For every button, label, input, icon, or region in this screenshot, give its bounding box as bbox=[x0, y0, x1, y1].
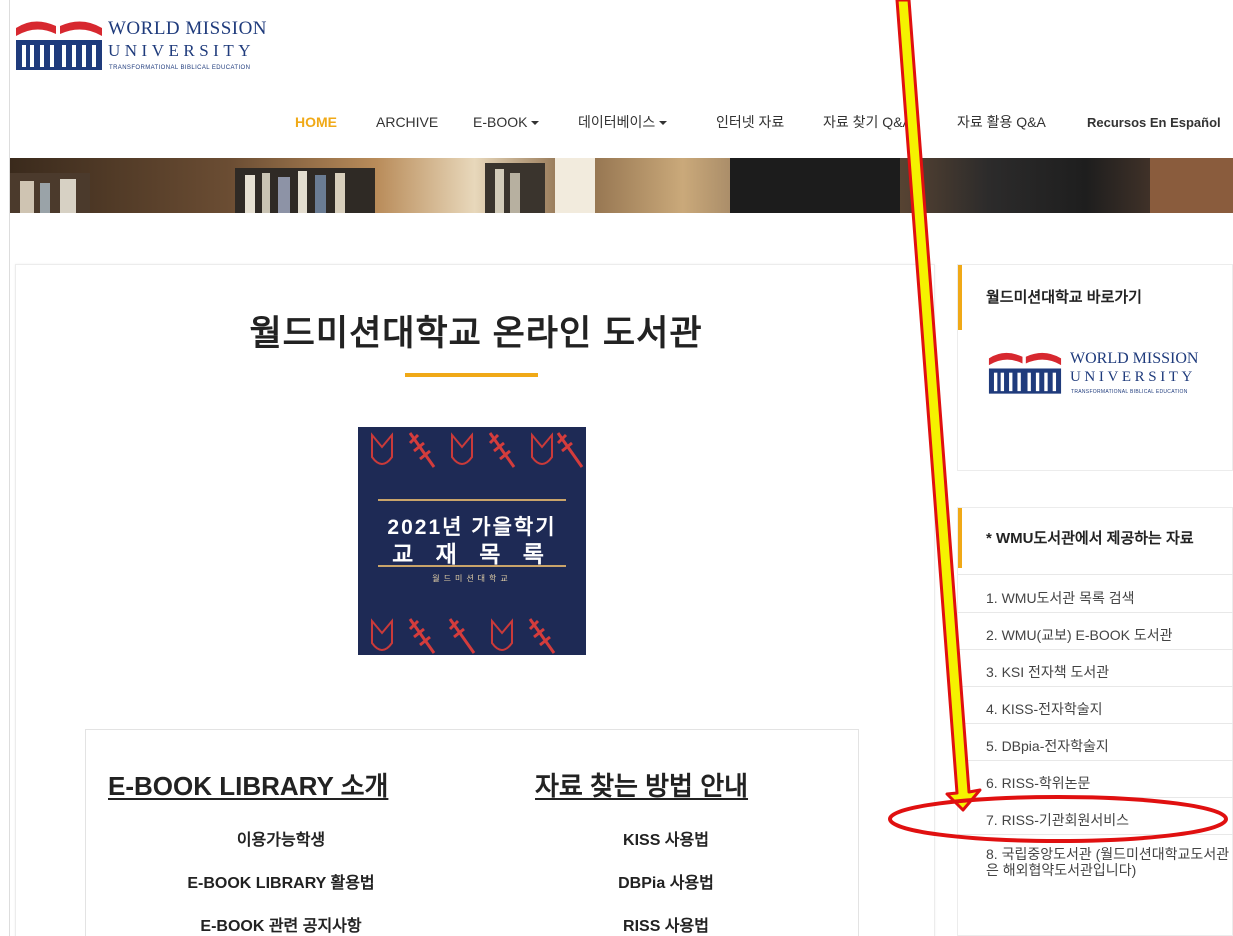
nav-database[interactable]: 데이터베이스 bbox=[578, 112, 668, 132]
sidebar-logo-tagline: TRANSFORMATIONAL BIBLICAL EDUCATION bbox=[1071, 389, 1188, 395]
sidebar-item-kiss[interactable]: 4. KISS-전자학술지 bbox=[986, 699, 1103, 719]
chevron-down-icon bbox=[531, 121, 540, 126]
list-divider bbox=[958, 760, 1233, 761]
main-nav: HOME ARCHIVE E-BOOK 데이터베이스 인터넷 자료 자료 찾기 … bbox=[0, 112, 1233, 134]
ebook-library-heading[interactable]: E-BOOK LIBRARY 소개 bbox=[108, 766, 388, 803]
sidebar-wmu-logo[interactable]: WORLD MISSION UNIVERSITY TRANSFORMATIONA… bbox=[986, 345, 1226, 405]
poster-rule-top bbox=[378, 499, 566, 501]
logo-tagline: TRANSFORMATIONAL BIBLICAL EDUCATION bbox=[109, 65, 251, 71]
nav-ebook[interactable]: E-BOOK bbox=[473, 112, 540, 132]
sidebar-resources-heading: * WMU도서관에서 제공하는 자료 bbox=[958, 508, 1232, 568]
list-divider bbox=[958, 649, 1233, 650]
wmu-logo-icon bbox=[16, 21, 102, 70]
sidebar-item-ksi[interactable]: 3. KSI 전자책 도서관 bbox=[986, 662, 1109, 682]
title-divider bbox=[405, 373, 538, 377]
nav-espanol[interactable]: Recursos En Español bbox=[1087, 113, 1221, 133]
page-left-edge bbox=[0, 0, 10, 936]
nav-database-label: 데이터베이스 bbox=[578, 114, 656, 130]
ebook-eligible-link[interactable]: 이용가능학생 bbox=[108, 826, 454, 850]
sidebar-shortcut-heading: 월드미션대학교 바로가기 bbox=[958, 265, 1232, 330]
nav-search-qa[interactable]: 자료 찾기 Q&A bbox=[823, 112, 912, 132]
nav-ebook-label: E-BOOK bbox=[473, 114, 528, 130]
riss-howto-link[interactable]: RISS 사용법 bbox=[516, 912, 816, 936]
poster-line3: 월드미션대학교 bbox=[432, 574, 512, 583]
sidebar-logo-line1: WORLD MISSION bbox=[1070, 350, 1199, 367]
list-divider bbox=[958, 612, 1233, 613]
nav-archive[interactable]: ARCHIVE bbox=[376, 112, 438, 132]
sidebar-item-national-library[interactable]: 8. 국립중앙도서관 (월드미션대학교도서관은 해외협약도서관입니다) bbox=[986, 846, 1231, 878]
poster-rule-bottom bbox=[378, 565, 566, 567]
site-logo[interactable]: WORLD MISSION UNIVERSITY TRANSFORMATIONA… bbox=[14, 12, 294, 78]
main-content-card: 월드미션대학교 온라인 도서관 2021년 가을학기 교 재 목 록 월드미션대… bbox=[15, 264, 935, 936]
sidebar-item-dbpia[interactable]: 5. DBpia-전자학술지 bbox=[986, 736, 1109, 756]
sidebar-logo-line2: UNIVERSITY bbox=[1070, 369, 1196, 385]
list-divider bbox=[958, 574, 1233, 575]
list-divider bbox=[958, 834, 1233, 835]
search-guide-heading[interactable]: 자료 찾는 방법 안내 bbox=[535, 766, 748, 803]
list-divider bbox=[958, 686, 1233, 687]
guide-links-card: E-BOOK LIBRARY 소개 이용가능학생 E-BOOK LIBRARY … bbox=[85, 729, 859, 936]
textbook-list-poster[interactable]: 2021년 가을학기 교 재 목 록 월드미션대학교 bbox=[358, 427, 586, 655]
chevron-down-icon bbox=[659, 121, 668, 126]
nav-home[interactable]: HOME bbox=[295, 112, 337, 132]
logo-line2: UNIVERSITY bbox=[108, 41, 255, 60]
dbpia-howto-link[interactable]: DBPia 사용법 bbox=[516, 869, 816, 893]
page-title: 월드미션대학교 온라인 도서관 bbox=[249, 314, 703, 353]
sidebar-resources-widget: * WMU도서관에서 제공하는 자료 1. WMU도서관 목록 검색 2. WM… bbox=[957, 507, 1233, 936]
sidebar-item-catalog[interactable]: 1. WMU도서관 목록 검색 bbox=[986, 588, 1135, 608]
wmu-logo-icon bbox=[988, 352, 1062, 394]
poster-line2: 교 재 목 록 bbox=[392, 541, 552, 567]
nav-usage-qa[interactable]: 자료 활용 Q&A bbox=[957, 112, 1046, 132]
ebook-howto-link[interactable]: E-BOOK LIBRARY 활용법 bbox=[108, 869, 454, 893]
sidebar-item-kyobo-ebook[interactable]: 2. WMU(교보) E-BOOK 도서관 bbox=[986, 625, 1173, 645]
sidebar-item-riss-thesis[interactable]: 6. RISS-학위논문 bbox=[986, 773, 1090, 793]
kiss-howto-link[interactable]: KISS 사용법 bbox=[516, 826, 816, 850]
ebook-notice-link[interactable]: E-BOOK 관련 공지사항 bbox=[108, 912, 454, 936]
header-banner-image bbox=[10, 158, 1233, 213]
list-divider bbox=[958, 797, 1233, 798]
list-divider bbox=[958, 723, 1233, 724]
sidebar-shortcut-widget: 월드미션대학교 바로가기 WORLD MISSION UNIVERSITY TR… bbox=[957, 264, 1233, 471]
nav-internet[interactable]: 인터넷 자료 bbox=[716, 112, 784, 132]
sidebar-item-riss-institution[interactable]: 7. RISS-기관회원서비스 bbox=[986, 810, 1129, 830]
logo-line1: WORLD MISSION bbox=[108, 18, 268, 39]
